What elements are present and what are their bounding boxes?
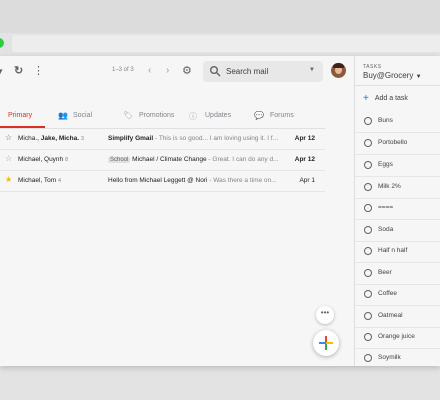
task-checkbox[interactable] [364, 226, 372, 234]
email-date: Apr 12 [294, 135, 315, 142]
task-item[interactable]: Soymilk [355, 348, 440, 366]
select-caret-icon[interactable]: ▾ [0, 66, 3, 78]
mail-toolbar: ▾ ↻ ⋮ 1–3 of 3 ‹ › ⚙ Search mail ▼ [0, 56, 354, 88]
task-item[interactable]: Buns [355, 111, 440, 133]
task-checkbox[interactable] [364, 161, 372, 169]
task-checkbox[interactable] [364, 183, 372, 191]
task-item[interactable]: Oatmeal [355, 306, 440, 328]
task-item[interactable]: Half n half [355, 241, 440, 263]
newer-button[interactable]: ‹ [148, 65, 151, 76]
more-vert-icon[interactable]: ⋮ [33, 65, 44, 77]
task-checkbox[interactable] [364, 139, 372, 147]
task-item[interactable]: Soda [355, 220, 440, 242]
search-icon [210, 66, 221, 77]
email-from: Michael, Quynh 8 [18, 156, 69, 163]
address-bar[interactable] [12, 35, 440, 52]
email-subject: School Michael / Climate Change - Great.… [108, 156, 279, 163]
older-button[interactable]: › [166, 65, 169, 76]
avatar[interactable] [331, 63, 346, 78]
add-task-button[interactable]: + Add a task [363, 93, 408, 104]
page-count: 1–3 of 3 [112, 67, 134, 73]
more-options-button[interactable]: ••• [316, 306, 334, 324]
compose-button[interactable] [313, 330, 339, 356]
email-from: Micha., Jake, Micha. 3 [18, 135, 84, 142]
task-item[interactable]: Beer [355, 263, 440, 285]
task-checkbox[interactable] [364, 204, 372, 212]
tasks-divider [355, 85, 440, 86]
search-placeholder: Search mail [226, 67, 269, 76]
email-date: Apr 1 [299, 177, 315, 184]
task-checkbox[interactable] [364, 312, 372, 320]
search-options-icon[interactable]: ▼ [309, 67, 315, 73]
task-list-selector[interactable]: Buy@Grocery ▼ [363, 71, 422, 80]
task-item[interactable]: Portobello [355, 133, 440, 155]
chevron-down-icon: ▼ [415, 74, 422, 80]
browser-titlebar [0, 0, 440, 33]
email-row[interactable]: ★ Michael, Tom 4 Hello from Michael Legg… [0, 171, 325, 192]
tab-promotions[interactable]: Promotions [139, 112, 174, 119]
tab-primary[interactable]: Primary [8, 112, 32, 119]
email-from: Michael, Tom 4 [18, 177, 62, 184]
forum-icon: 💬 [254, 111, 264, 120]
task-checkbox[interactable] [364, 290, 372, 298]
email-subject: Simplify Gmail - This is so good... I am… [108, 135, 279, 142]
task-item[interactable]: Milk 2% [355, 177, 440, 199]
tab-updates[interactable]: Updates [205, 112, 231, 119]
window-zoom-button[interactable] [0, 38, 4, 48]
plus-icon: + [363, 93, 369, 104]
task-item[interactable]: ==== [355, 198, 440, 220]
email-row[interactable]: ☆ Micha., Jake, Micha. 3 Simplify Gmail … [0, 129, 325, 150]
label-chip: School [108, 157, 131, 163]
task-item[interactable]: Eggs [355, 155, 440, 177]
task-checkbox[interactable] [364, 247, 372, 255]
star-filled-icon[interactable]: ★ [5, 176, 12, 184]
task-item[interactable]: Coffee [355, 284, 440, 306]
tab-social[interactable]: Social [73, 112, 92, 119]
gmail-window: ▾ ↻ ⋮ 1–3 of 3 ‹ › ⚙ Search mail ▼ Prima… [0, 56, 440, 366]
star-outline-icon[interactable]: ☆ [5, 155, 12, 163]
star-outline-icon[interactable]: ☆ [5, 134, 12, 142]
info-icon: ⓘ [189, 112, 197, 121]
search-input[interactable]: Search mail ▼ [203, 61, 323, 82]
task-item[interactable]: Orange juice [355, 327, 440, 349]
email-date: Apr 12 [294, 156, 315, 163]
tag-icon: 🏷 [123, 111, 134, 120]
task-checkbox[interactable] [364, 117, 372, 125]
task-checkbox[interactable] [364, 354, 372, 362]
refresh-icon[interactable]: ↻ [14, 65, 23, 77]
tasks-caption: TASKS [363, 64, 382, 70]
people-icon: 👥 [58, 111, 68, 120]
gear-icon[interactable]: ⚙ [182, 64, 192, 77]
task-checkbox[interactable] [364, 333, 372, 341]
email-row[interactable]: ☆ Michael, Quynh 8 School Michael / Clim… [0, 150, 325, 171]
plus-icon [319, 336, 333, 350]
tab-forums[interactable]: Forums [270, 112, 294, 119]
task-checkbox[interactable] [364, 269, 372, 277]
tasks-panel: TASKS Buy@Grocery ▼ + Add a task Buns Por… [354, 56, 440, 366]
email-subject: Hello from Michael Leggett @ Nori - Was … [108, 177, 277, 184]
